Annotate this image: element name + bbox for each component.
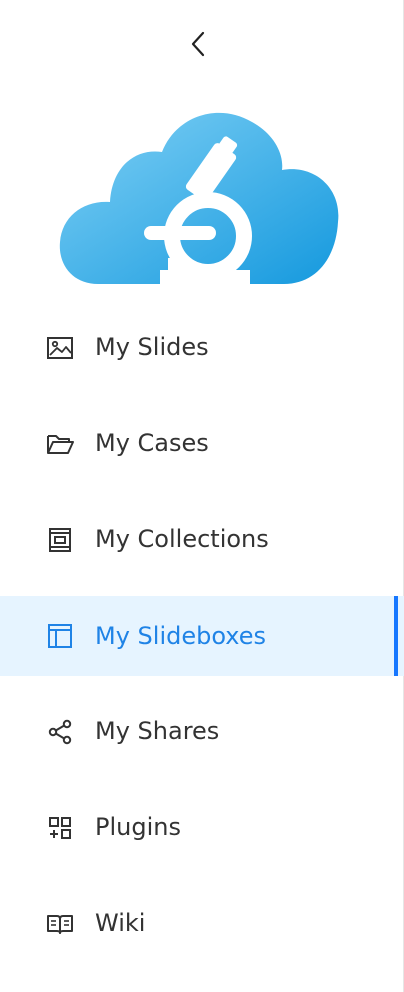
plugins-icon — [46, 814, 74, 842]
sidebar-item-plugins[interactable]: Plugins — [0, 780, 404, 876]
chevron-left-icon — [188, 30, 208, 58]
app-logo — [58, 108, 342, 284]
image-icon — [46, 334, 74, 362]
sidebar-item-my-slideboxes[interactable]: My Slideboxes — [0, 596, 404, 676]
sidebar-item-my-collections[interactable]: My Collections — [0, 492, 404, 588]
book-icon — [46, 910, 74, 938]
sidebar-menu: My Slides My Cases My Collections My Sli… — [0, 300, 404, 972]
share-icon — [46, 718, 74, 746]
cloud-microscope-logo — [59, 112, 339, 284]
sidebar-item-label: My Collections — [95, 525, 269, 553]
slidebox-icon — [46, 622, 74, 650]
sidebar-item-my-slides[interactable]: My Slides — [0, 300, 404, 396]
collapse-sidebar-button[interactable] — [178, 24, 218, 64]
sidebar-item-wiki[interactable]: Wiki — [0, 876, 404, 972]
sidebar-item-label: My Cases — [95, 429, 209, 457]
active-indicator — [394, 596, 398, 676]
sidebar: My Slides My Cases My Collections My Sli… — [0, 0, 404, 992]
sidebar-item-label: My Slideboxes — [95, 622, 267, 650]
sidebar-item-label: Wiki — [95, 909, 146, 937]
sidebar-item-label: My Slides — [95, 333, 209, 361]
sidebar-item-my-shares[interactable]: My Shares — [0, 684, 404, 780]
sidebar-item-label: Plugins — [95, 813, 181, 841]
sidebar-item-my-cases[interactable]: My Cases — [0, 396, 404, 492]
folder-open-icon — [46, 430, 74, 458]
sidebar-item-label: My Shares — [95, 717, 220, 745]
collection-icon — [46, 526, 74, 554]
